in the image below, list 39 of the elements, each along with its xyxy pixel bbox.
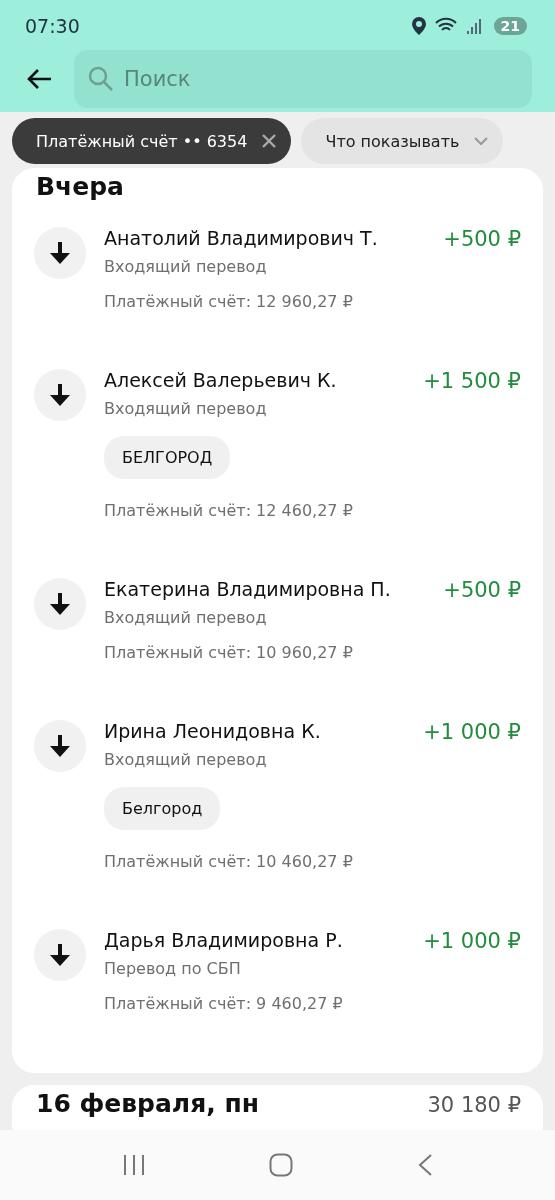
sender-name: Алексей Валерьевич К. bbox=[104, 369, 337, 393]
signal-icon bbox=[465, 17, 482, 35]
sender-name: Анатолий Владимирович Т. bbox=[104, 227, 378, 251]
transfer-type: Входящий перевод bbox=[104, 750, 268, 769]
sender-name: Дарья Владимировна Р. bbox=[104, 929, 343, 953]
transfer-type: Входящий перевод bbox=[104, 608, 268, 627]
recent-apps-icon[interactable] bbox=[121, 1154, 146, 1176]
account-balance: Платёжный счёт: 12 460,27 ₽ bbox=[104, 501, 354, 520]
status-time: 07:30 bbox=[25, 15, 80, 37]
amount: +1 000 ₽ bbox=[423, 929, 521, 953]
sender-name: Екатерина Владимировна П. bbox=[104, 578, 391, 602]
amount: +1 500 ₽ bbox=[423, 369, 521, 393]
sender-name: Ирина Леонидовна К. bbox=[104, 720, 321, 744]
day-total: 30 180 ₽ bbox=[427, 1093, 521, 1117]
filter-chip[interactable]: Платёжный счёт •• 6354 bbox=[12, 118, 292, 164]
back-arrow-icon[interactable] bbox=[26, 68, 52, 90]
search-field[interactable]: Поиск bbox=[74, 50, 532, 108]
account-balance: Платёжный счёт: 12 960,27 ₽ bbox=[104, 292, 354, 311]
transfer-type: Входящий перевод bbox=[104, 257, 268, 276]
account-balance: Платёжный счёт: 10 960,27 ₽ bbox=[104, 643, 354, 662]
close-icon[interactable] bbox=[261, 133, 278, 149]
battery-level: 21 bbox=[493, 17, 527, 35]
amount: +500 ₽ bbox=[443, 578, 521, 602]
chevron-down-icon bbox=[473, 136, 490, 146]
back-icon[interactable] bbox=[417, 1153, 434, 1177]
transfer-type: Перевод по СБП bbox=[104, 959, 242, 978]
category-tag[interactable]: БЕЛГОРОД bbox=[104, 436, 231, 479]
account-balance: Платёжный счёт: 9 460,27 ₽ bbox=[104, 994, 344, 1013]
location-icon bbox=[411, 17, 426, 35]
category-tag[interactable]: Белгород bbox=[104, 787, 221, 830]
date-heading: Вчера bbox=[36, 172, 124, 201]
search-icon bbox=[88, 66, 114, 92]
home-icon[interactable] bbox=[269, 1153, 294, 1177]
amount: +1 000 ₽ bbox=[423, 720, 521, 744]
transfer-type: Входящий перевод bbox=[104, 399, 268, 418]
account-balance: Платёжный счёт: 10 460,27 ₽ bbox=[104, 852, 354, 871]
amount: +500 ₽ bbox=[443, 227, 521, 251]
dropdown-button[interactable]: Что показывать bbox=[301, 118, 504, 164]
date-heading: 16 февраля, пн bbox=[36, 1089, 259, 1118]
